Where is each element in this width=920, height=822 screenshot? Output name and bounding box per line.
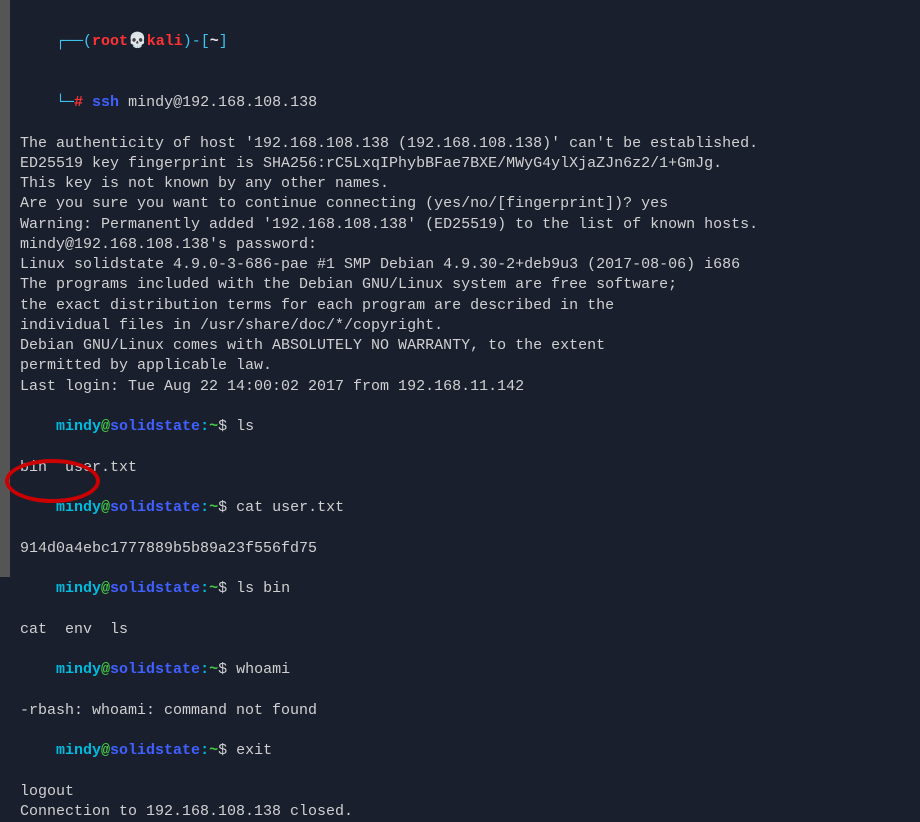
terminal[interactable]: ┌──(root💀kali)-[~] └─# ssh mindy@192.168… (20, 12, 900, 822)
dollar-icon: $ (218, 661, 227, 678)
remote-cwd: ~ (209, 742, 218, 759)
output-line: mindy@192.168.108.138's password: (20, 235, 900, 255)
colon-icon: : (200, 418, 209, 435)
output-line: This key is not known by any other names… (20, 174, 900, 194)
output-line: ED25519 key fingerprint is SHA256:rC5Lxq… (20, 154, 900, 174)
remote-host: solidstate (110, 661, 200, 678)
output-line: Connection to 192.168.108.138 closed. (20, 802, 900, 822)
kali-prompt-line-1: ┌──(root💀kali)-[~] (20, 12, 900, 73)
colon-icon: : (200, 661, 209, 678)
remote-cwd: ~ (209, 499, 218, 516)
output-line: permitted by applicable law. (20, 356, 900, 376)
prompt-user: root (92, 33, 128, 50)
output-line: -rbash: whoami: command not found (20, 701, 900, 721)
remote-user: mindy (56, 499, 101, 516)
remote-cwd: ~ (209, 418, 218, 435)
remote-user: mindy (56, 580, 101, 597)
remote-host: solidstate (110, 742, 200, 759)
remote-host: solidstate (110, 418, 200, 435)
scrollbar[interactable] (0, 0, 10, 577)
output-line: the exact distribution terms for each pr… (20, 296, 900, 316)
colon-icon: : (200, 580, 209, 597)
hash-icon: # (74, 94, 83, 111)
box-drawing: ┌──( (56, 33, 92, 50)
skull-icon: 💀 (128, 33, 147, 50)
remote-cmd: cat user.txt (227, 499, 344, 516)
output-line: The authenticity of host '192.168.108.13… (20, 134, 900, 154)
colon-icon: : (200, 742, 209, 759)
output-line: Are you sure you want to continue connec… (20, 194, 900, 214)
remote-host: solidstate (110, 580, 200, 597)
dollar-icon: $ (218, 580, 227, 597)
remote-cmd: exit (227, 742, 272, 759)
ssh-output-block: The authenticity of host '192.168.108.13… (20, 134, 900, 397)
output-line: Warning: Permanently added '192.168.108.… (20, 215, 900, 235)
box-close: ] (219, 33, 228, 50)
prompt-cwd: ~ (210, 33, 219, 50)
dollar-icon: $ (218, 499, 227, 516)
at-icon: @ (101, 499, 110, 516)
kali-prompt-line-2: └─# ssh mindy@192.168.108.138 (20, 73, 900, 134)
dollar-icon: $ (218, 742, 227, 759)
remote-prompt-line: mindy@solidstate:~$ ls (20, 397, 900, 458)
output-line: cat env ls (20, 620, 900, 640)
remote-prompt-line: mindy@solidstate:~$ exit (20, 721, 900, 782)
remote-user: mindy (56, 742, 101, 759)
box-end: )-[ (183, 33, 210, 50)
remote-user: mindy (56, 661, 101, 678)
remote-cwd: ~ (209, 580, 218, 597)
at-icon: @ (101, 742, 110, 759)
output-line: 914d0a4ebc1777889b5b89a23f556fd75 (20, 539, 900, 559)
at-icon: @ (101, 661, 110, 678)
dollar-icon: $ (218, 418, 227, 435)
remote-host: solidstate (110, 499, 200, 516)
at-icon: @ (101, 418, 110, 435)
output-line: Last login: Tue Aug 22 14:00:02 2017 fro… (20, 377, 900, 397)
remote-user: mindy (56, 418, 101, 435)
box-drawing: └─ (56, 94, 74, 111)
cmd-name: ssh (83, 94, 119, 111)
remote-prompt-line: mindy@solidstate:~$ whoami (20, 640, 900, 701)
prompt-host: kali (147, 33, 183, 50)
colon-icon: : (200, 499, 209, 516)
remote-prompt-line: mindy@solidstate:~$ ls bin (20, 559, 900, 620)
remote-cmd: ls bin (227, 580, 290, 597)
output-line: Linux solidstate 4.9.0-3-686-pae #1 SMP … (20, 255, 900, 275)
output-line: The programs included with the Debian GN… (20, 275, 900, 295)
output-line: individual files in /usr/share/doc/*/cop… (20, 316, 900, 336)
cmd-args: mindy@192.168.108.138 (119, 94, 317, 111)
remote-cmd: whoami (227, 661, 290, 678)
remote-cmd: ls (227, 418, 254, 435)
at-icon: @ (101, 580, 110, 597)
output-line: logout (20, 782, 900, 802)
remote-cwd: ~ (209, 661, 218, 678)
output-line: bin user.txt (20, 458, 900, 478)
remote-prompt-line: mindy@solidstate:~$ cat user.txt (20, 478, 900, 539)
output-line: Debian GNU/Linux comes with ABSOLUTELY N… (20, 336, 900, 356)
